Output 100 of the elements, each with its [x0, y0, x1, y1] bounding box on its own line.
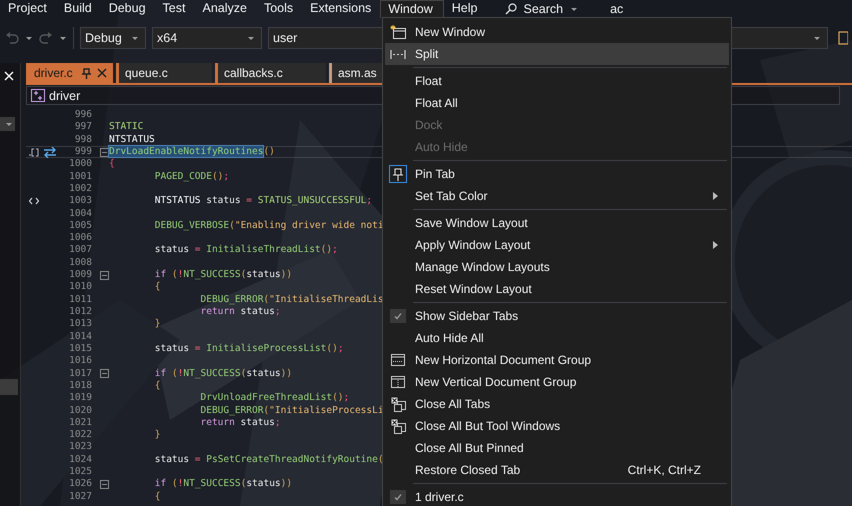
- line-number: 1021: [68, 416, 92, 430]
- solution-name: ac: [610, 2, 624, 16]
- code-line: DrvLoadEnableNotifyRoutines(): [109, 146, 275, 158]
- line-number: 1013: [68, 318, 92, 331]
- menu-item[interactable]: Restore Closed Tab Ctrl+K, Ctrl+Z: [385, 459, 729, 481]
- code-line: PAGED_CODE();: [154, 170, 230, 183]
- caret-icon: [5, 122, 13, 126]
- search-button[interactable]: Search: [504, 0, 578, 18]
- line-number: 1023: [68, 441, 92, 454]
- line-number: 1004: [68, 208, 92, 220]
- new-window-icon: [390, 25, 406, 39]
- component-icon: [31, 89, 45, 102]
- caret-icon: [131, 36, 139, 40]
- code-line: return status;: [200, 416, 281, 430]
- menu-bar-item[interactable]: Build: [56, 0, 101, 18]
- menu-item[interactable]: Reset Window Layout: [385, 278, 729, 300]
- code-line: DrvUnloadFreeThreadList();: [200, 392, 350, 404]
- line-number: 1000: [68, 158, 92, 171]
- menu-bar-item[interactable]: Project: [0, 0, 56, 18]
- menu-bar-item[interactable]: Window: [380, 0, 444, 18]
- menu-bar-item[interactable]: Test: [154, 0, 194, 18]
- caret-icon[interactable]: [25, 36, 33, 40]
- scope-label[interactable]: driver: [49, 88, 80, 102]
- code-line: if (!NT_SUCCESS(status)): [154, 478, 292, 491]
- dropdown[interactable]: Debug: [80, 27, 146, 49]
- code-line: {: [154, 281, 160, 294]
- code-line: {: [154, 380, 160, 392]
- menu-item[interactable]: Split: [385, 43, 729, 65]
- keyboard-shortcut: Ctrl+K, Ctrl+Z: [628, 463, 701, 477]
- pin-icon: [393, 168, 403, 180]
- line-number: 998: [74, 134, 92, 146]
- line-number: 1001: [68, 170, 92, 183]
- code-line: if (!NT_SUCCESS(status)): [154, 368, 292, 380]
- menu-bar-item[interactable]: Extensions: [302, 0, 380, 18]
- horizontal-split-icon: [391, 354, 405, 366]
- line-number: 1024: [68, 454, 92, 466]
- dropdown[interactable]: x64: [152, 27, 262, 49]
- line-number: 1014: [68, 330, 92, 343]
- menu-bar-item[interactable]: Analyze: [194, 0, 256, 18]
- code-line: }: [154, 318, 160, 331]
- line-number: 1025: [68, 466, 92, 478]
- close-windows-icon: [390, 418, 406, 434]
- line-number: 997: [74, 121, 92, 134]
- line-number: 1002: [68, 182, 92, 196]
- close-windows-icon: [390, 396, 406, 412]
- line-number: 1015: [68, 342, 92, 356]
- code-line: {: [154, 490, 160, 503]
- line-number: 1022: [68, 429, 92, 442]
- menu-bar-item[interactable]: Help: [444, 0, 486, 18]
- menu-item[interactable]: New Vertical Document Group: [385, 371, 729, 393]
- bracket-icon: [29, 147, 39, 158]
- menu-item[interactable]: New Window: [385, 21, 729, 43]
- menu-item[interactable]: Show Sidebar Tabs: [385, 305, 729, 327]
- code-line: status = InitialiseThreadList();: [154, 244, 338, 257]
- code-line: status = PsSetCreateThreadNotifyRoutine(: [154, 454, 384, 466]
- code-line: DEBUG_ERROR("InitialiseProcessLi: [200, 404, 384, 417]
- document-tab[interactable]: callbacks.c: [215, 63, 326, 83]
- menu-item[interactable]: Auto Hide All: [385, 327, 729, 349]
- line-number: 1026: [68, 478, 92, 491]
- code-line: {: [109, 158, 115, 171]
- search-icon: [504, 3, 516, 15]
- code-line: return status;: [200, 306, 281, 318]
- line-number: 1020: [68, 404, 92, 417]
- code-icon: [29, 197, 39, 206]
- menu-item[interactable]: Close All But Tool Windows: [385, 415, 729, 437]
- vertical-split-icon: [391, 376, 405, 388]
- menu-item[interactable]: New Horizontal Document Group: [385, 349, 729, 371]
- pin-icon[interactable]: [82, 68, 91, 78]
- menu-item[interactable]: Close All But Pinned: [385, 437, 729, 459]
- split-icon: [390, 50, 406, 58]
- line-number: 1019: [68, 392, 92, 404]
- line-number: 1003: [68, 195, 92, 208]
- caret-icon: [247, 36, 255, 40]
- menu-bar-item[interactable]: Debug: [100, 0, 155, 18]
- code-line: STATIC: [109, 121, 144, 134]
- menu-bar-item[interactable]: Tools: [256, 0, 302, 18]
- menu-item[interactable]: 1 driver.c: [385, 486, 729, 506]
- line-number: 996: [74, 109, 92, 122]
- line-number: 1012: [68, 306, 92, 318]
- document-tab[interactable]: queue.c: [116, 63, 212, 83]
- menu-item[interactable]: Pin Tab: [385, 163, 729, 185]
- dropdown[interactable]: [0, 117, 15, 131]
- swap-arrows-icon: [43, 146, 57, 158]
- code-line: status = InitialiseProcessList();: [154, 342, 344, 356]
- line-number: 1011: [68, 294, 92, 306]
- menu-item[interactable]: Save Window Layout: [385, 212, 729, 234]
- menu-item[interactable]: Manage Window Layouts: [385, 256, 729, 278]
- menu-item[interactable]: Float All: [385, 92, 729, 114]
- line-number: 999: [74, 146, 92, 158]
- menu-item[interactable]: Apply Window Layout: [385, 234, 729, 256]
- code-line: DEBUG_VERBOSE("Enabling driver wide noti: [154, 220, 384, 232]
- line-number: 1017: [68, 368, 92, 380]
- code-line: DEBUG_ERROR("InitialiseThreadLis: [200, 294, 384, 306]
- code-line: NTSTATUS status = STATUS_UNSUCCESSFUL;: [154, 195, 372, 208]
- menu-item[interactable]: Close All Tabs: [385, 393, 729, 415]
- menu-item[interactable]: Set Tab Color: [385, 185, 729, 207]
- code-line: }: [154, 429, 160, 442]
- document-tab[interactable]: driver.c: [26, 63, 113, 83]
- line-number: 1027: [68, 490, 92, 503]
- caret-icon[interactable]: [59, 36, 67, 40]
